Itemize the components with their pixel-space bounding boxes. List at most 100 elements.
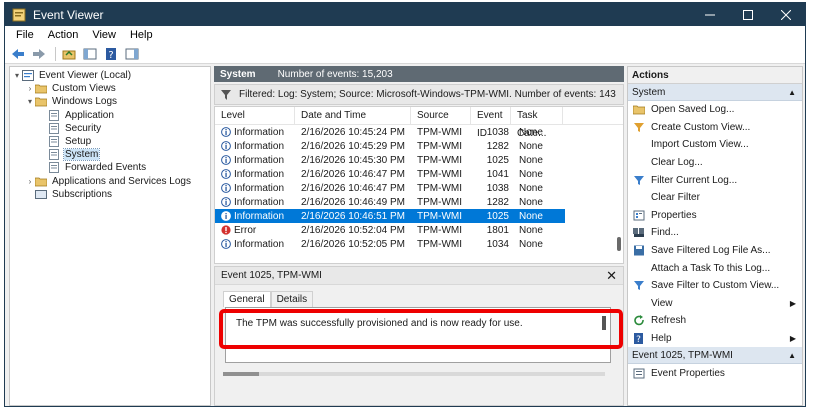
tree-item-security[interactable]: Security [10,122,210,135]
tree-item-applications-and-services-logs[interactable]: › Applications and Services Logs [10,175,210,188]
action-view[interactable]: View ▶ [628,295,802,313]
action-label: Attach a Task To this Log... [651,262,771,274]
event-id: 1801 [486,224,509,236]
event-row[interactable]: Information 2/16/2026 10:45:30 PM TPM-WMI 1… [215,153,623,167]
up-folder-icon[interactable] [60,46,78,62]
event-id: 1041 [486,168,509,180]
action-find[interactable]: Find... [628,224,802,242]
event-row[interactable]: Information 2/16/2026 10:46:47 PM TPM-WMI 1… [215,181,623,195]
event-level: Information [234,140,285,152]
svg-text:?: ? [636,335,641,344]
center-pane: System Number of events: 15,203 Filtered… [214,66,624,406]
event-viewer-window: Event Viewer File Action View Help ? ▾ Ev… [4,2,806,407]
action-help[interactable]: ? Help ▶ [628,330,802,348]
tree-item-forwarded-events[interactable]: Forwarded Events [10,161,210,174]
event-row[interactable]: Information 2/16/2026 10:52:05 PM TPM-WMI 1… [215,237,623,251]
show-hide-action-pane-icon[interactable] [123,46,141,62]
menu-bar: File Action View Help [5,26,805,44]
action-label: Import Custom View... [651,139,749,151]
collapsed-chevron-icon[interactable]: › [25,84,35,93]
filter-icon [221,89,231,100]
tree-item-custom-views[interactable]: › Custom Views [10,82,210,95]
event-id: 1025 [486,210,509,222]
blank-icon [632,192,646,204]
tree-item-application[interactable]: Application [10,109,210,122]
action-open-saved-log[interactable]: Open Saved Log... [628,101,802,119]
collapse-icon[interactable]: ▲ [788,88,796,97]
actions-section-system[interactable]: System ▲ [628,84,802,101]
event-row[interactable]: Information 2/16/2026 10:46:49 PM TPM-WMI 1… [215,195,623,209]
event-row[interactable]: Error 2/16/2026 10:52:04 PM TPM-WMI 1801 Non… [215,223,623,237]
menu-file[interactable]: File [9,29,41,41]
event-actions-list: Event Properties [628,364,802,382]
action-label: Clear Filter [651,192,700,204]
column-task-category[interactable]: Task Cate... [511,107,563,139]
event-row[interactable]: Information 2/16/2026 10:46:51 PM TPM-WMI 1… [215,209,565,223]
event-task-category: None [519,182,543,194]
close-detail-icon[interactable]: ✕ [606,268,617,284]
detail-tabs: General Details [223,291,314,307]
back-arrow-icon[interactable] [9,46,27,62]
information-icon [221,239,231,249]
action-import-custom-view[interactable]: Import Custom View... [628,136,802,154]
menu-action[interactable]: Action [41,29,86,41]
column-level[interactable]: Level [215,107,295,125]
action-clear-log[interactable]: Clear Log... [628,154,802,172]
collapsed-chevron-icon[interactable]: › [25,177,35,186]
tree-item-setup[interactable]: Setup [10,135,210,148]
action-save-filter-to-custom-view[interactable]: Save Filter to Custom View... [628,277,802,295]
events-scrollbar[interactable] [615,127,621,261]
action-label: Properties [651,209,697,221]
menu-view[interactable]: View [85,29,123,41]
action-filter-current-log[interactable]: Filter Current Log... [628,171,802,189]
forward-arrow-icon[interactable] [30,46,48,62]
maximize-button[interactable] [729,3,767,26]
event-date: 2/16/2026 10:46:47 PM [301,168,405,180]
action-label: Event Properties [651,367,725,379]
detail-horizontal-scrollbar[interactable] [225,372,605,376]
action-properties[interactable]: Properties [628,207,802,225]
action-clear-filter[interactable]: Clear Filter [628,189,802,207]
column-event-id[interactable]: Event ID [471,107,511,139]
folder-icon [34,96,48,107]
action-label: Find... [651,227,679,239]
column-source[interactable]: Source [411,107,471,125]
actions-section-event[interactable]: Event 1025, TPM-WMI ▲ [628,347,802,365]
action-create-custom-view[interactable]: Create Custom View... [628,119,802,137]
event-source: TPM-WMI [417,238,462,250]
action-save-filtered-log-file-as[interactable]: Save Filtered Log File As... [628,242,802,260]
action-label: Open Saved Log... [651,104,735,116]
menu-help[interactable]: Help [123,29,160,41]
action-refresh[interactable]: Refresh [628,312,802,330]
event-source: TPM-WMI [417,140,462,152]
show-hide-tree-icon[interactable] [81,46,99,62]
tree-item-label: Subscriptions [52,188,113,200]
events-scroll-thumb[interactable] [617,237,621,251]
help-icon[interactable]: ? [102,46,120,62]
event-row[interactable]: Information 2/16/2026 10:45:24 PM TPM-WMI 1… [215,125,623,139]
event-row[interactable]: Information 2/16/2026 10:46:47 PM TPM-WMI 1… [215,167,623,181]
save-filter-icon [632,280,646,292]
tree-item-subscriptions[interactable]: Subscriptions [10,188,210,201]
submenu-arrow-icon: ▶ [789,334,796,344]
tab-general[interactable]: General [223,291,271,307]
action-event-properties[interactable]: Event Properties [628,364,802,382]
tree-item-system[interactable]: System [10,148,210,162]
collapse-icon[interactable]: ▲ [788,351,796,360]
event-row[interactable]: Information 2/16/2026 10:45:29 PM TPM-WMI 1… [215,139,623,153]
tree-item-windows-logs[interactable]: ▾ Windows Logs [10,95,210,108]
expanded-chevron-icon[interactable]: ▾ [12,71,22,80]
event-id: 1282 [486,140,509,152]
column-date-time[interactable]: Date and Time [295,107,411,125]
close-button[interactable] [767,3,805,26]
section-system-label: System [632,86,666,98]
detail-horizontal-scroll-thumb[interactable] [223,372,259,376]
minimize-button[interactable] [691,3,729,26]
action-attach-a-task-to-this-log[interactable]: Attach a Task To this Log... [628,259,802,277]
properties-icon [632,209,646,221]
tab-details[interactable]: Details [270,291,314,307]
expanded-chevron-icon[interactable]: ▾ [25,97,35,106]
tree-item-event-viewer-local[interactable]: ▾ Event Viewer (Local) [10,69,210,82]
log-name: System [220,68,256,80]
information-icon [221,155,231,165]
